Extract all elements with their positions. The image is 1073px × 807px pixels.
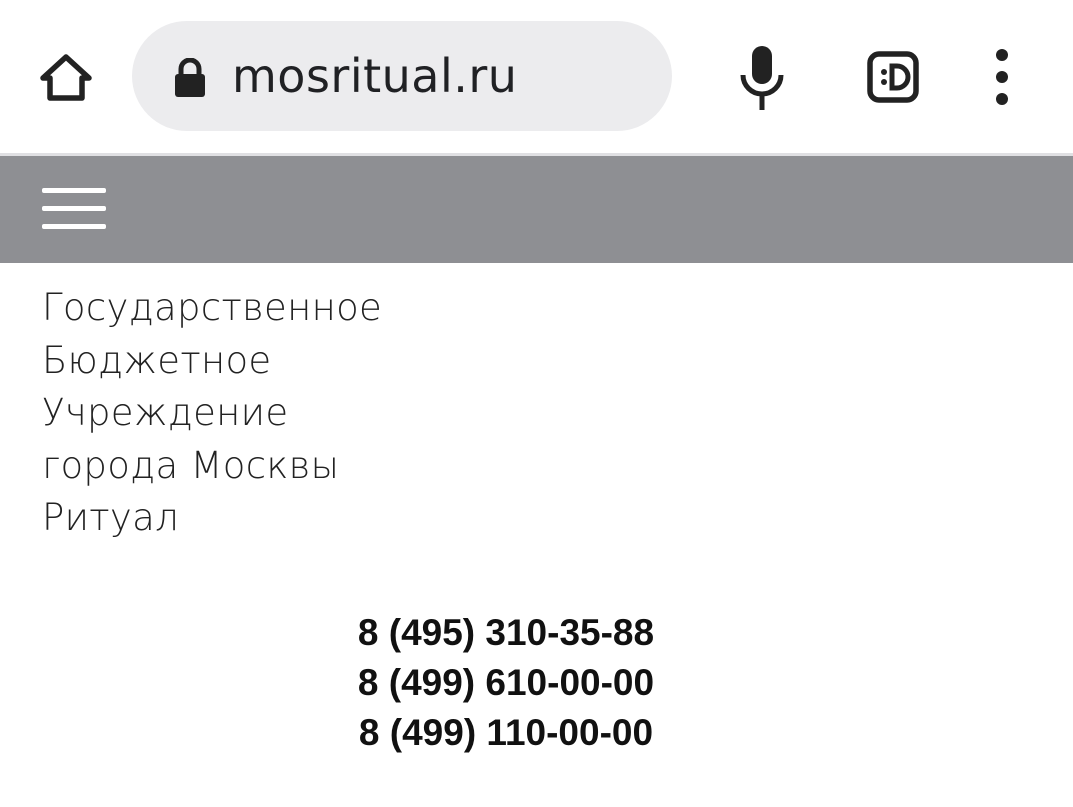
address-bar[interactable]: mosritual.ru xyxy=(132,21,672,131)
browser-menu-button[interactable] xyxy=(982,46,1022,108)
phone-link[interactable]: 8 (495) 310-35-88 xyxy=(306,608,706,658)
org-name-line: города Москвы xyxy=(42,443,340,487)
site-header xyxy=(0,156,1073,263)
home-button[interactable] xyxy=(28,40,104,116)
microphone-icon xyxy=(740,46,784,110)
phone-link[interactable]: 8 (499) 110-00-00 xyxy=(306,708,706,758)
lock-icon xyxy=(175,58,205,97)
home-icon xyxy=(40,54,92,101)
org-name-line: Государственное xyxy=(42,286,383,329)
more-vert-icon xyxy=(996,49,1008,105)
tab-switcher-icon xyxy=(867,51,919,103)
url-text: mosritual.ru xyxy=(232,49,518,103)
org-name-line: Бюджетное xyxy=(42,338,272,382)
hamburger-menu-icon[interactable] xyxy=(42,186,106,232)
voice-search-button[interactable] xyxy=(730,42,794,112)
phone-link[interactable]: 8 (499) 610-00-00 xyxy=(306,658,706,708)
browser-toolbar: mosritual.ru xyxy=(0,0,1073,153)
phone-numbers: 8 (495) 310-35-88 8 (499) 610-00-00 8 (4… xyxy=(306,608,706,758)
org-name-line: Учреждение xyxy=(42,391,289,434)
tab-switcher-button[interactable] xyxy=(860,44,926,110)
organization-name: Государственное Бюджетное Учреждение гор… xyxy=(42,282,742,545)
org-name-line: Ритуал xyxy=(42,496,180,539)
